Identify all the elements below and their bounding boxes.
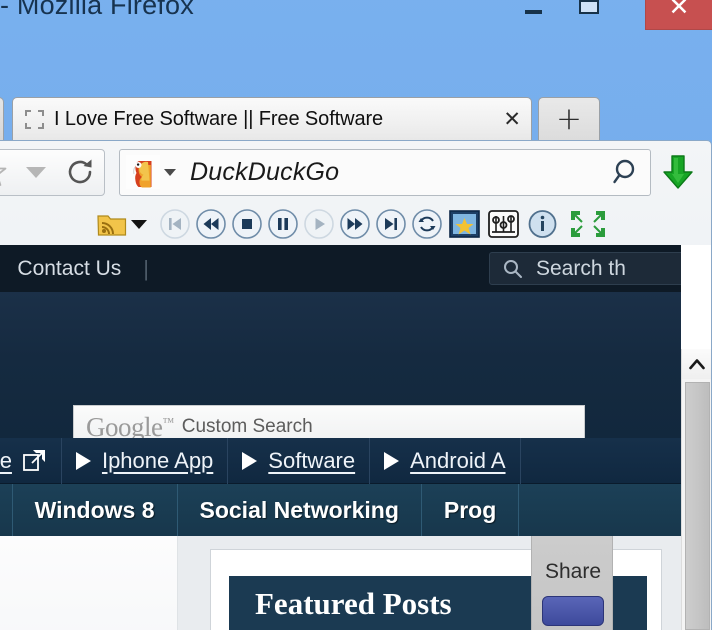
share-label: Share: [544, 560, 602, 583]
tab-previous[interactable]: ✕: [0, 97, 4, 140]
search-icon[interactable]: [612, 157, 642, 187]
share-widget[interactable]: Share: [531, 536, 613, 630]
fullscreen-arrows-icon[interactable]: [568, 208, 608, 240]
chevron-up-icon: [689, 359, 705, 370]
web-page: re | Contact Us | Search th: [0, 245, 681, 630]
scrollbar-up-button[interactable]: [682, 349, 711, 379]
menu-item-social-networking[interactable]: Social Networking: [178, 484, 422, 536]
window-titlebar[interactable]: - Mozilla Firefox ✕: [0, 0, 712, 44]
new-tab-button[interactable]: +: [538, 97, 600, 140]
play-caret-icon: [242, 451, 258, 470]
site-content-area: Featured Posts Share: [0, 536, 681, 630]
addon-toolbar: [0, 203, 712, 245]
search-bar[interactable]: DuckDuckGo: [119, 148, 651, 196]
menu-item-programming[interactable]: Prog: [422, 484, 520, 536]
maximize-button[interactable]: [561, 0, 617, 29]
fast-forward-icon[interactable]: [339, 208, 371, 240]
stop-icon[interactable]: [231, 208, 263, 240]
link-row-item-software[interactable]: Software: [228, 437, 371, 484]
star-icon[interactable]: [0, 157, 7, 187]
tab-active[interactable]: I Love Free Software || Free Software ✕: [12, 97, 532, 140]
tab-close-icon[interactable]: ✕: [503, 107, 521, 131]
maximize-icon: [579, 0, 599, 14]
site-top-nav: re | Contact Us |: [0, 256, 149, 282]
site-top-bar: re | Contact Us | Search th: [0, 245, 681, 292]
play-caret-icon: [75, 451, 91, 470]
page-viewport: re | Contact Us | Search th: [0, 245, 711, 630]
rss-chevron-down-icon[interactable]: [131, 219, 147, 229]
reload-icon[interactable]: [65, 157, 95, 187]
skip-next-icon[interactable]: [375, 208, 407, 240]
link-row-item-android-app[interactable]: Android A: [370, 437, 521, 484]
search-input[interactable]: DuckDuckGo: [190, 158, 612, 187]
site-search-box[interactable]: Search th: [489, 252, 681, 285]
navigation-toolbar: DuckDuckGo: [0, 141, 712, 203]
rewind-icon[interactable]: [195, 208, 227, 240]
rss-folder-icon[interactable]: [97, 212, 127, 237]
browser-chrome: DuckDuckGo Contact Us | Search th Google…: [0, 140, 712, 630]
tab-strip: ✕ I Love Free Software || Free Software …: [0, 97, 712, 140]
scrollbar-thumb[interactable]: [685, 382, 710, 630]
play-icon[interactable]: [303, 208, 335, 240]
close-icon: ✕: [668, 0, 690, 21]
pause-icon[interactable]: [267, 208, 299, 240]
plus-icon: +: [556, 101, 582, 137]
custom-search-label: Custom Search: [181, 416, 313, 437]
page-scrollbar[interactable]: [681, 349, 711, 630]
window-title: - Mozilla Firefox: [0, 0, 194, 20]
play-caret-icon: [384, 451, 400, 470]
duckduckgo-icon[interactable]: [126, 155, 160, 189]
tab-title: I Love Free Software || Free Software: [54, 107, 384, 130]
menu-item-windows-8[interactable]: Windows 8: [13, 484, 178, 536]
site-menu-row: IPad Windows 8 Social Networking Prog: [0, 484, 681, 536]
menu-item-ipad[interactable]: IPad: [0, 484, 13, 536]
share-button[interactable]: [542, 596, 604, 626]
chevron-down-icon[interactable]: [25, 166, 46, 178]
link-row-item-google[interactable]: Google: [0, 437, 62, 484]
bookmarks-icon[interactable]: [448, 209, 481, 239]
download-arrow-icon[interactable]: [661, 153, 695, 191]
mixer-settings-icon[interactable]: [487, 209, 520, 239]
search-icon: [504, 259, 522, 278]
minimize-icon: [524, 9, 542, 14]
engine-chevron-down-icon[interactable]: [164, 168, 176, 176]
site-hero-band: Google™ Custom Search: [0, 292, 681, 449]
featured-posts-heading: Featured Posts: [255, 586, 452, 621]
topnav-separator-2: |: [143, 255, 149, 281]
skip-previous-icon[interactable]: [159, 208, 191, 240]
topnav-item-contact-us[interactable]: Contact Us: [0, 257, 143, 281]
minimize-button[interactable]: [505, 0, 561, 29]
close-button[interactable]: ✕: [645, 0, 712, 30]
firefox-window: - Mozilla Firefox ✕ ✕ I Love Free Softwa…: [0, 0, 712, 630]
repeat-icon[interactable]: [411, 208, 443, 240]
site-search-placeholder: Search th: [536, 256, 626, 280]
info-icon[interactable]: [526, 209, 559, 239]
bookmark-toolbar-group: [0, 148, 105, 196]
link-row-item-iphone-app[interactable]: Iphone App: [62, 437, 229, 484]
external-link-icon: [23, 450, 45, 471]
favicon-placeholder-icon: [25, 109, 44, 129]
site-link-row: Google Iphone App Software: [0, 437, 681, 484]
